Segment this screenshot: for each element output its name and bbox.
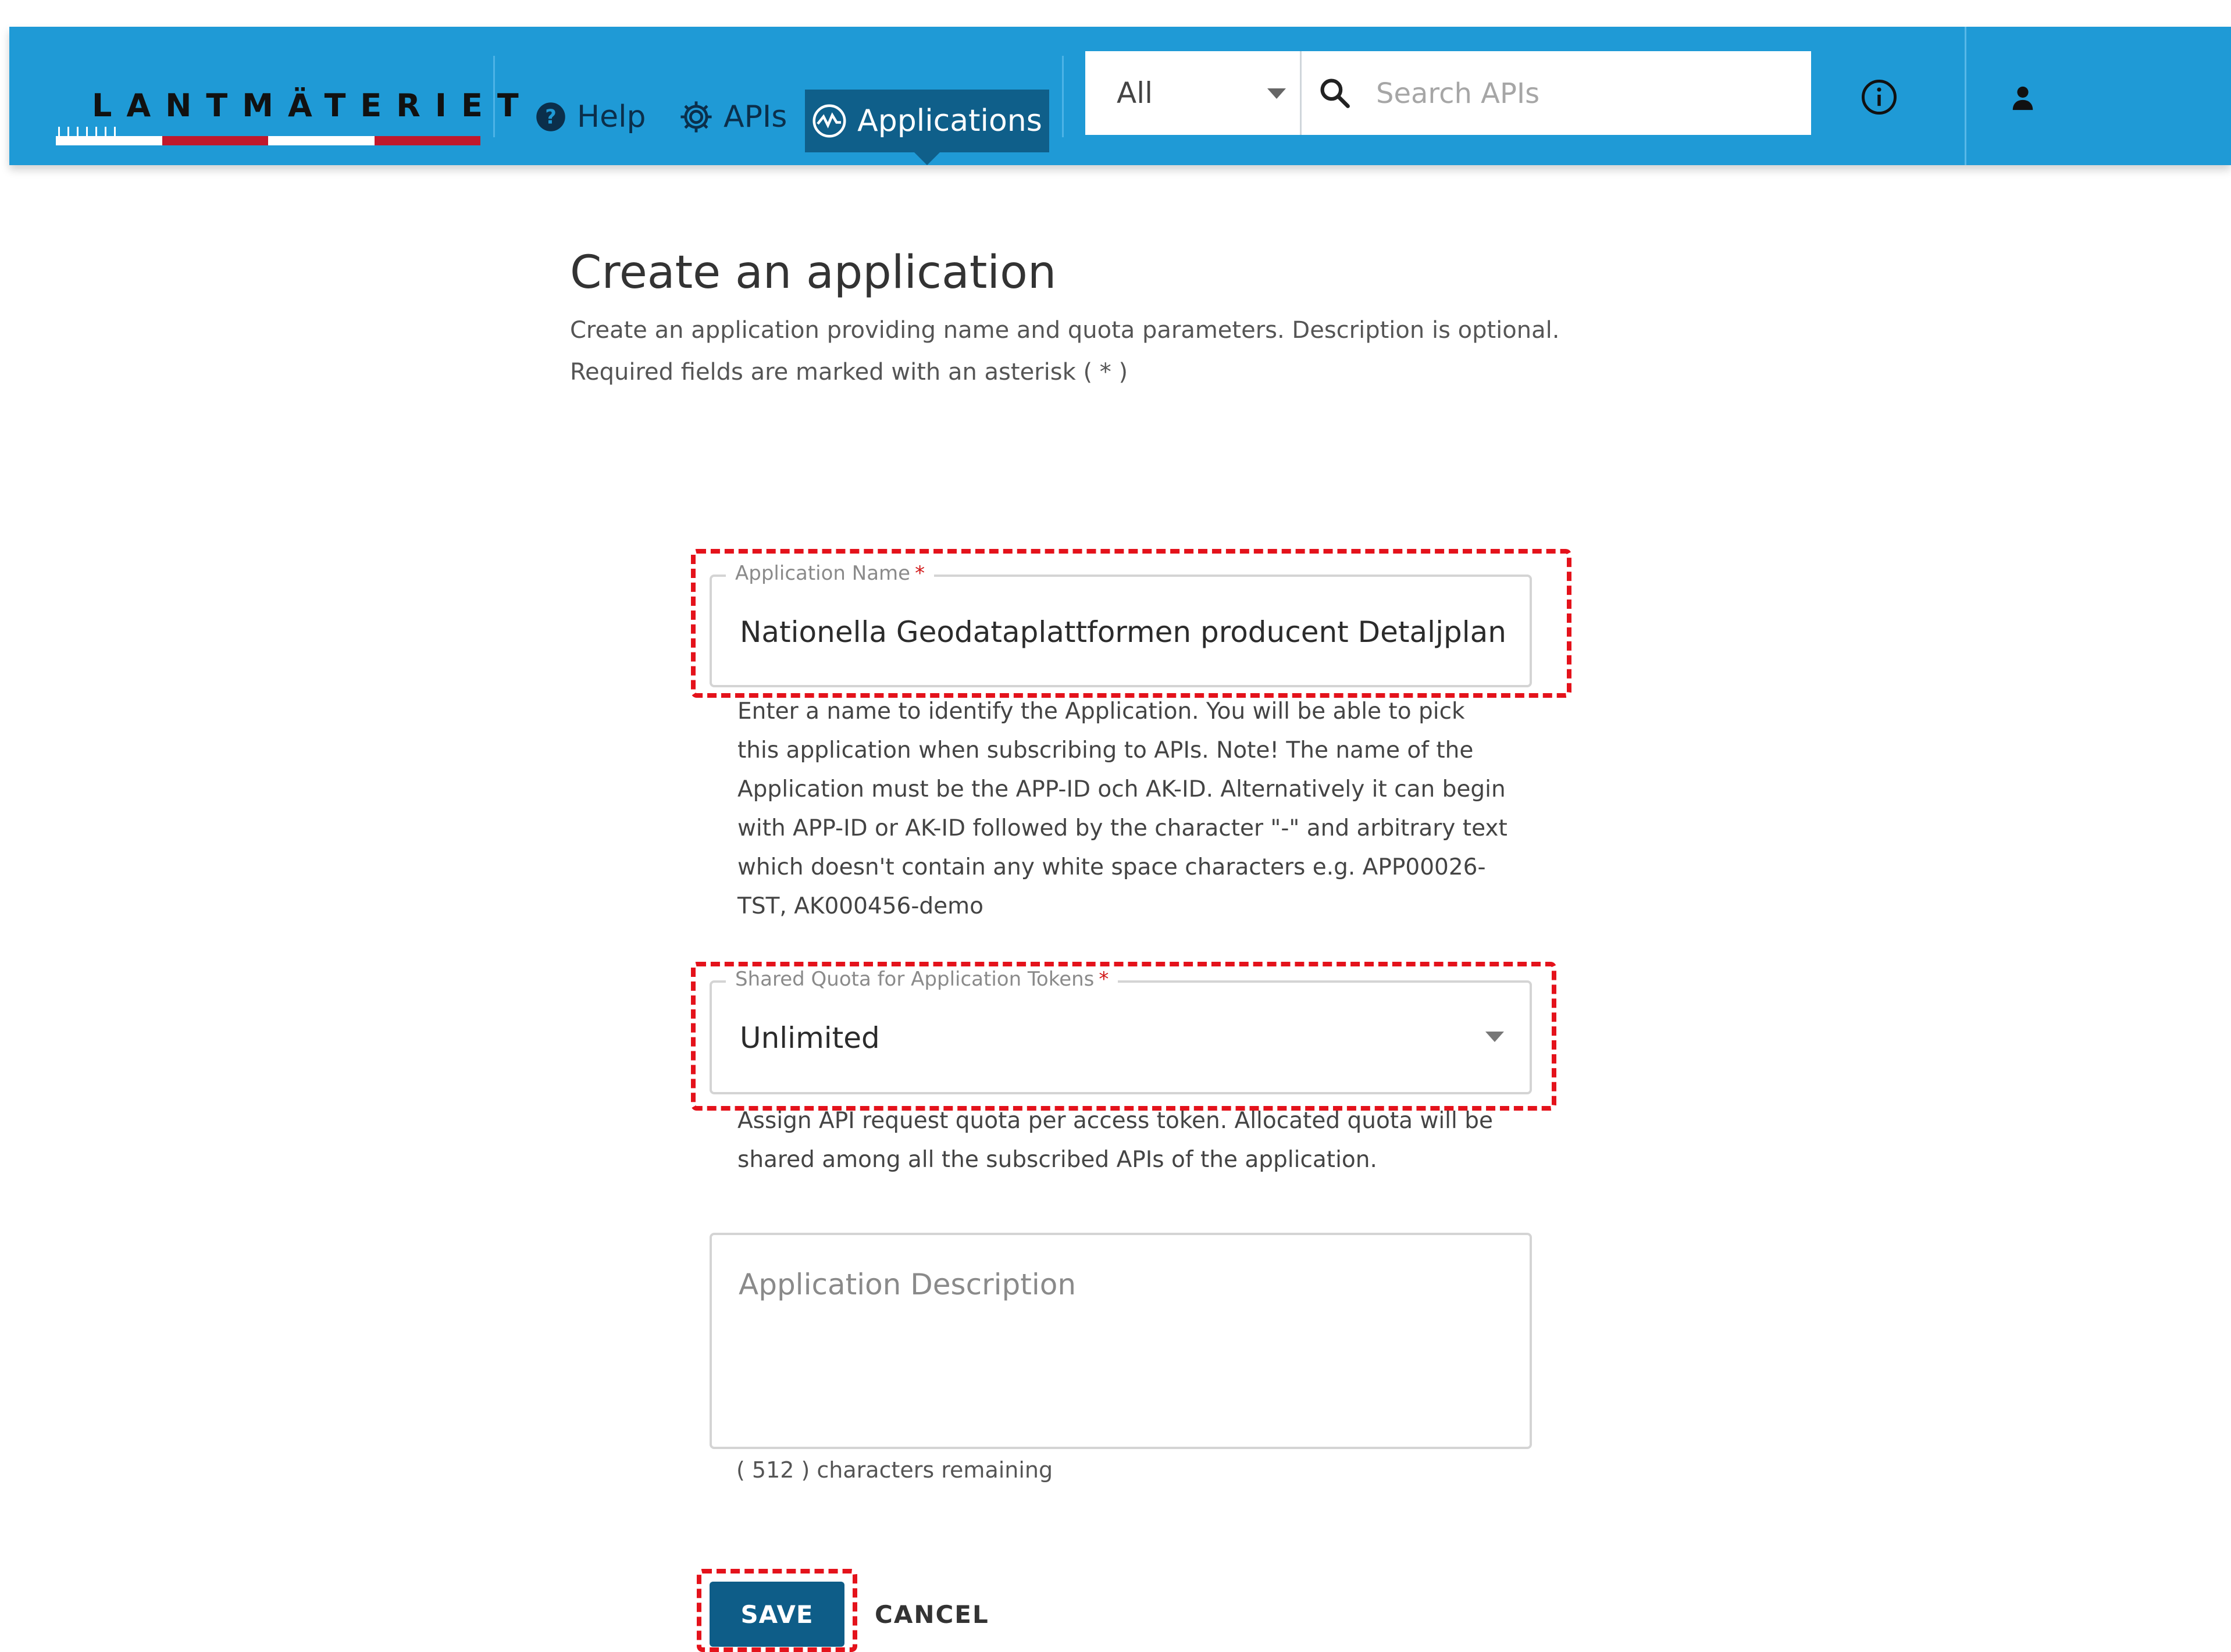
header-divider bbox=[1965, 27, 1966, 165]
nav-apis[interactable]: APIs bbox=[679, 85, 787, 149]
lantmateriet-logo[interactable]: LANTMÄTERIET bbox=[44, 62, 519, 155]
required-marker: * bbox=[1099, 968, 1109, 991]
user-icon bbox=[2012, 86, 2033, 110]
activity-circle-icon bbox=[812, 104, 846, 138]
search-icon[interactable] bbox=[1319, 77, 1350, 109]
svg-text:?: ? bbox=[545, 105, 557, 128]
search-scope-select[interactable]: All bbox=[1085, 51, 1302, 135]
shared-quota-helper: Assign API request quota per access toke… bbox=[737, 1108, 1493, 1173]
shared-quota-value: Unlimited bbox=[740, 1021, 880, 1055]
nav-applications[interactable]: Applications bbox=[805, 90, 1049, 165]
gear-icon bbox=[680, 101, 712, 133]
user-menu-button[interactable] bbox=[2005, 80, 2040, 115]
shared-quota-select[interactable]: Shared Quota for Application Tokens * Unl… bbox=[710, 968, 1532, 1094]
search-input[interactable] bbox=[1375, 69, 1796, 119]
characters-remaining-counter: ( 512 ) characters remaining bbox=[736, 1457, 1053, 1483]
search-scope-value: All bbox=[1117, 76, 1153, 110]
logo-text: LANTMÄTERIET bbox=[92, 87, 533, 124]
page-description-line: Required fields are marked with an aster… bbox=[570, 359, 1128, 386]
nav-applications-label: Applications bbox=[857, 104, 1042, 138]
application-name-label: Application Name * bbox=[726, 562, 935, 585]
application-name-helper: Enter a name to identify the Application… bbox=[737, 698, 1507, 919]
required-marker: * bbox=[915, 562, 925, 585]
info-button[interactable] bbox=[1859, 77, 1899, 117]
nav-apis-label: APIs bbox=[724, 99, 787, 134]
save-button[interactable]: SAVE bbox=[710, 1582, 844, 1647]
header-divider bbox=[493, 56, 495, 137]
logo-ruler bbox=[56, 136, 480, 145]
application-description-input[interactable] bbox=[710, 1233, 1532, 1449]
application-name-value: Nationella Geodataplattformen producent … bbox=[740, 615, 1506, 649]
nav-help-label: Help bbox=[577, 99, 646, 134]
cancel-button[interactable]: CANCEL bbox=[871, 1582, 993, 1647]
nav-help[interactable]: ? Help bbox=[535, 85, 646, 149]
info-icon bbox=[1862, 80, 1897, 115]
chevron-down-icon bbox=[1485, 1032, 1504, 1042]
page-description-line: Create an application providing name and… bbox=[570, 317, 1560, 344]
application-name-field[interactable]: Application Name * Nationella Geodataplat… bbox=[710, 562, 1532, 687]
page-title: Create an application bbox=[570, 247, 1057, 299]
top-navigation-bar: LANTMÄTERIET ? Help APIs Applications Al… bbox=[9, 27, 2231, 165]
page-description: Create an application providing name and… bbox=[570, 309, 1675, 393]
search-box bbox=[1302, 51, 1811, 135]
header-divider bbox=[1062, 56, 1064, 137]
shared-quota-label: Shared Quota for Application Tokens * bbox=[726, 968, 1118, 991]
question-circle-icon: ? bbox=[536, 102, 565, 131]
chevron-down-icon bbox=[1267, 88, 1286, 99]
